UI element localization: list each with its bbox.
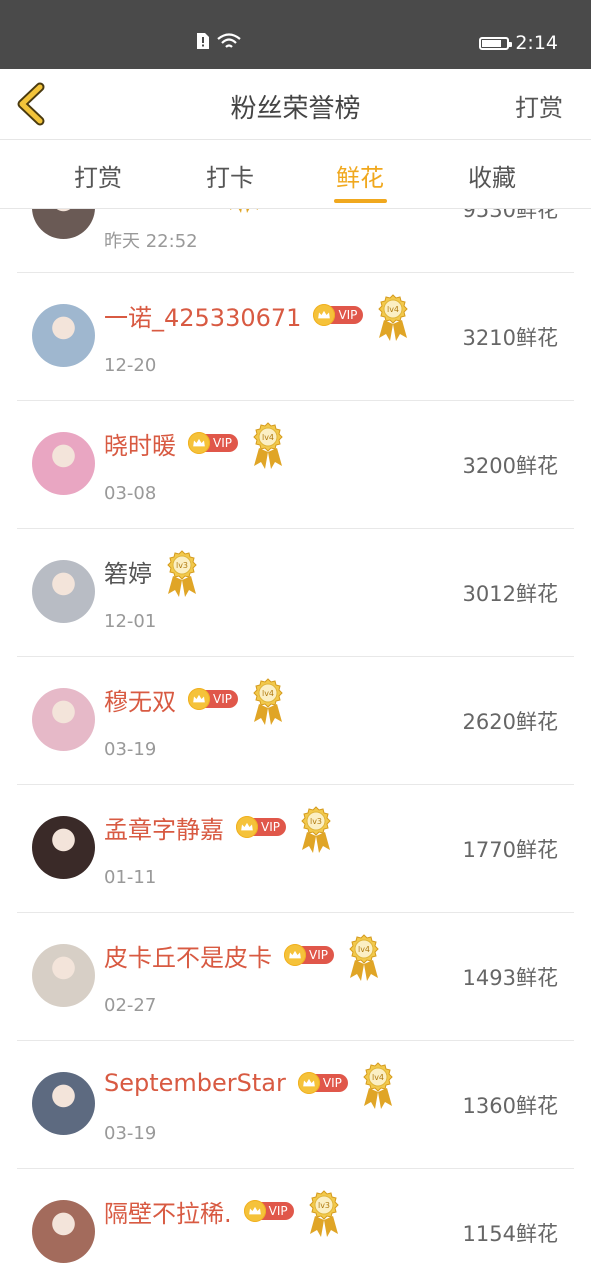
flower-amount: 1360鲜花 xyxy=(462,1094,558,1118)
name-line: 孟章字静嘉 VIP lv3 xyxy=(104,806,334,853)
avatar[interactable] xyxy=(32,944,95,1007)
status-icons xyxy=(196,32,242,50)
fan-row[interactable]: 婵娟 VIP lv5昨天 22:529530鲜花 xyxy=(17,209,574,273)
fan-time: 12-20 xyxy=(104,355,157,376)
crown-icon xyxy=(284,944,306,966)
avatar[interactable] xyxy=(32,209,95,239)
avatar[interactable] xyxy=(32,1072,95,1135)
fan-row[interactable]: 一诺_425330671 VIP lv4 12-20 3210鲜花 xyxy=(17,273,574,401)
crown-icon xyxy=(188,688,210,710)
vip-badge: VIP xyxy=(236,816,286,838)
vip-badge: VIP xyxy=(284,944,334,966)
avatar[interactable] xyxy=(32,1200,95,1263)
crown-icon xyxy=(243,1200,266,1222)
fan-row[interactable]: 箬婷 lv3 12-01 3012鲜花 xyxy=(17,529,574,657)
fan-name[interactable]: 孟章字静嘉 xyxy=(104,810,224,845)
tab-favorites[interactable]: 收藏 xyxy=(442,158,542,193)
fan-ranking-list: 婵娟 VIP lv5昨天 22:529530鲜花一诺_425330671 VIP… xyxy=(0,209,591,1280)
fan-row[interactable]: 穆无双 VIP lv4 03-19 2620鲜花 xyxy=(17,657,574,785)
flower-amount: 3200鲜花 xyxy=(462,454,558,478)
fan-row[interactable]: 皮卡丘不是皮卡 VIP lv4 02-27 1493鲜花 xyxy=(17,913,574,1041)
wifi-icon xyxy=(217,33,241,48)
vip-badge: VIP xyxy=(297,1072,348,1094)
fan-name[interactable]: 一诺_425330671 xyxy=(104,298,301,333)
level-label: lv4 xyxy=(262,433,274,442)
level-medal-icon: lv4 xyxy=(250,422,286,470)
vip-badge: VIP xyxy=(188,432,238,454)
fan-time: 12-01 xyxy=(104,611,157,632)
level-medal-icon: lv3 xyxy=(306,1190,342,1238)
name-line: 箬婷 lv3 xyxy=(104,550,200,597)
flower-amount: 1493鲜花 xyxy=(462,966,558,990)
active-tab-indicator xyxy=(334,199,387,203)
vip-badge: VIP xyxy=(313,304,364,326)
sim-alert-icon xyxy=(197,33,209,49)
flower-amount: 1770鲜花 xyxy=(462,838,558,862)
avatar[interactable] xyxy=(32,688,95,751)
fan-time: 03-19 xyxy=(104,1123,157,1144)
fan-name[interactable]: 穆无双 xyxy=(104,682,176,717)
level-medal-icon: lv4 xyxy=(250,678,286,726)
level-label: lv4 xyxy=(262,689,274,698)
flower-amount: 9530鲜花 xyxy=(462,209,558,222)
navigation-bar: 粉丝荣誉榜 打赏 xyxy=(0,69,591,140)
level-label: lv3 xyxy=(318,1201,330,1210)
crown-icon xyxy=(188,432,210,454)
flower-amount: 3210鲜花 xyxy=(462,326,558,350)
fan-name[interactable]: 隔壁不拉稀. xyxy=(104,1194,232,1229)
fan-time: 03-19 xyxy=(104,739,157,760)
fan-time: 01-11 xyxy=(104,867,157,888)
level-medal-icon: lv4 xyxy=(360,1062,396,1110)
tab-checkin[interactable]: 打卡 xyxy=(180,158,280,193)
name-line: 穆无双 VIP lv4 xyxy=(104,678,286,725)
level-label: lv4 xyxy=(358,945,370,954)
fan-name[interactable]: 皮卡丘不是皮卡 xyxy=(104,938,272,973)
fan-name[interactable]: SeptemberStar xyxy=(104,1069,286,1097)
fan-row[interactable]: 隔壁不拉稀. VIP lv3 1154鲜花 xyxy=(17,1169,574,1280)
reward-button[interactable]: 打赏 xyxy=(515,88,563,123)
page-title: 粉丝荣誉榜 xyxy=(230,94,361,124)
level-label: lv3 xyxy=(310,817,322,826)
status-right: 2:14 xyxy=(479,32,558,54)
tab-bar: 打赏 打卡 鲜花 收藏 xyxy=(0,140,591,209)
fan-name[interactable]: 箬婷 xyxy=(104,554,152,589)
level-label: lv3 xyxy=(176,561,188,570)
flower-amount: 1154鲜花 xyxy=(462,1222,558,1246)
level-medal-icon: lv3 xyxy=(298,806,334,854)
fan-time: 昨天 22:52 xyxy=(104,231,198,252)
vip-badge: VIP xyxy=(188,688,238,710)
avatar[interactable] xyxy=(32,560,95,623)
status-time: 2:14 xyxy=(515,32,558,54)
level-label: lv4 xyxy=(372,1073,384,1082)
fan-time: 02-27 xyxy=(104,995,157,1016)
flower-amount: 2620鲜花 xyxy=(462,710,558,734)
level-medal-icon: lv3 xyxy=(164,550,200,598)
name-line: SeptemberStar VIP lv4 xyxy=(104,1062,396,1109)
name-line: 晓时暖 VIP lv4 xyxy=(104,422,286,469)
level-medal-icon: lv5 xyxy=(226,209,262,214)
flower-amount: 3012鲜花 xyxy=(462,582,558,606)
avatar[interactable] xyxy=(32,304,95,367)
battery-icon xyxy=(479,36,513,50)
fan-row[interactable]: 晓时暖 VIP lv4 03-08 3200鲜花 xyxy=(17,401,574,529)
fan-row[interactable]: 孟章字静嘉 VIP lv3 01-11 1770鲜花 xyxy=(17,785,574,913)
fan-row[interactable]: SeptemberStar VIP lv4 03-19 1360鲜花 xyxy=(17,1041,574,1169)
tab-flowers[interactable]: 鲜花 xyxy=(310,158,410,193)
level-medal-icon: lv4 xyxy=(346,934,382,982)
name-line: 一诺_425330671 VIP lv4 xyxy=(104,294,411,341)
crown-icon xyxy=(297,1072,320,1094)
status-bar: 2:14 xyxy=(0,0,591,69)
name-line: 隔壁不拉稀. VIP lv3 xyxy=(104,1190,342,1237)
name-line: 皮卡丘不是皮卡 VIP lv4 xyxy=(104,934,382,981)
avatar[interactable] xyxy=(32,816,95,879)
crown-icon xyxy=(236,816,258,838)
vip-badge: VIP xyxy=(243,1200,294,1222)
fan-name[interactable]: 晓时暖 xyxy=(104,426,176,461)
fan-time: 03-08 xyxy=(104,483,157,504)
level-medal-icon: lv4 xyxy=(375,294,411,342)
level-label: lv4 xyxy=(387,305,399,314)
avatar[interactable] xyxy=(32,432,95,495)
tab-reward[interactable]: 打赏 xyxy=(48,158,148,193)
